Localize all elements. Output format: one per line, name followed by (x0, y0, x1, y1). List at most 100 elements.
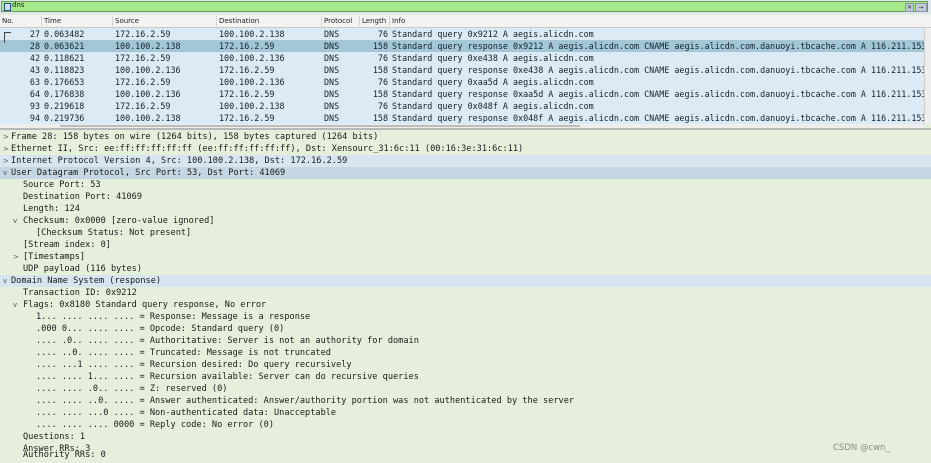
tree-item-flag-non-authenticated[interactable]: .... .... ...0 .... = Non-authenticated … (0, 407, 931, 419)
packet-list-header: No. Time Source Destination Protocol Len… (0, 15, 931, 28)
packet-protocol: DNS (324, 29, 340, 39)
tree-item-udp-payload[interactable]: UDP payload (116 bytes) (0, 263, 931, 275)
pane-splitter[interactable] (0, 128, 931, 130)
packet-protocol: DNS (324, 65, 340, 75)
packet-time: 0.063482 (44, 29, 85, 39)
tree-item-destination-port[interactable]: Destination Port: 41069 (0, 191, 931, 203)
apply-filter-button[interactable]: → (915, 3, 927, 12)
tree-item-checksum[interactable]: v Checksum: 0x0000 [zero-value ignored] (0, 215, 931, 227)
tree-item-label: 1... .... .... .... = Response: Message … (36, 312, 311, 322)
tree-item-label: .... .... ..0. .... = Answer authenticat… (36, 396, 575, 406)
tree-item-udp[interactable]: v User Datagram Protocol, Src Port: 53, … (0, 167, 931, 179)
packet-row-selected[interactable]: 28 0.063621 100.100.2.138 172.16.2.59 DN… (0, 40, 924, 52)
tree-item-label: .... ..0. .... .... = Truncated: Message… (36, 348, 331, 358)
collapse-arrow-icon[interactable]: v (3, 167, 7, 179)
column-header-info[interactable]: Info (390, 16, 931, 26)
collapse-arrow-icon[interactable]: v (13, 299, 17, 311)
tree-item-flag-opcode[interactable]: .000 0... .... .... = Opcode: Standard q… (0, 323, 931, 335)
tree-item-label: Transaction ID: 0x9212 (23, 288, 137, 298)
packet-length: 76 (377, 101, 388, 111)
packet-list-vertical-scrollbar[interactable] (924, 28, 931, 124)
packet-length: 76 (377, 29, 388, 39)
packet-length: 158 (372, 89, 388, 99)
watermark: CSDN @cwn_ (833, 443, 890, 453)
tree-item-length[interactable]: Length: 124 (0, 203, 931, 215)
packet-row[interactable]: 27 0.063482 172.16.2.59 100.100.2.138 DN… (0, 28, 924, 40)
tree-item-frame[interactable]: > Frame 28: 158 bytes on wire (1264 bits… (0, 131, 931, 143)
column-header-source[interactable]: Source (113, 16, 217, 26)
tree-item-ethernet[interactable]: > Ethernet II, Src: ee:ff:ff:ff:ff:ff (e… (0, 143, 931, 155)
packet-time: 0.118823 (44, 65, 85, 75)
packet-row[interactable]: 43 0.118823 100.100.2.136 172.16.2.59 DN… (0, 64, 924, 76)
column-header-length[interactable]: Length (360, 16, 390, 26)
packet-length: 158 (372, 113, 388, 123)
expand-arrow-icon[interactable]: > (3, 155, 9, 167)
tree-item-label: .... .... 1... .... = Recursion availabl… (36, 372, 419, 382)
packet-info: Standard query response 0xe438 A aegis.a… (392, 65, 924, 75)
tree-item-label: .000 0... .... .... = Opcode: Standard q… (36, 324, 285, 334)
tree-item-source-port[interactable]: Source Port: 53 (0, 179, 931, 191)
packet-no: 94 (29, 113, 40, 123)
collapse-arrow-icon[interactable]: v (3, 275, 7, 287)
column-header-protocol[interactable]: Protocol (322, 16, 360, 26)
tree-item-label: Flags: 0x8180 Standard query response, N… (23, 300, 267, 310)
tree-item-dns[interactable]: v Domain Name System (response) (0, 275, 931, 287)
tree-item-authority-rrs[interactable]: Authority RRs: 0 (0, 449, 931, 461)
tree-item-label: Destination Port: 41069 (23, 192, 142, 202)
column-header-no[interactable]: No. (0, 16, 42, 26)
column-header-time[interactable]: Time (42, 16, 113, 26)
collapse-arrow-icon[interactable]: v (13, 215, 17, 227)
packet-protocol: DNS (324, 53, 340, 63)
tree-item-flags[interactable]: v Flags: 0x8180 Standard query response,… (0, 299, 931, 311)
packet-row[interactable]: 93 0.219618 172.16.2.59 100.100.2.138 DN… (0, 100, 924, 112)
tree-item-flag-z[interactable]: .... .... .0.. .... = Z: reserved (0) (0, 383, 931, 395)
packet-source: 172.16.2.59 (115, 29, 171, 39)
display-filter-input[interactable]: dns ✕ → (1, 1, 928, 12)
tree-item-flag-truncated[interactable]: .... ..0. .... .... = Truncated: Message… (0, 347, 931, 359)
tree-item-transaction-id[interactable]: Transaction ID: 0x9212 (0, 287, 931, 299)
tree-item-stream-index[interactable]: [Stream index: 0] (0, 239, 931, 251)
clear-filter-button[interactable]: ✕ (905, 3, 914, 12)
packet-row[interactable]: 42 0.118621 172.16.2.59 100.100.2.136 DN… (0, 52, 924, 64)
tree-item-label: Source Port: 53 (23, 180, 101, 190)
column-header-destination[interactable]: Destination (217, 16, 322, 26)
packet-no: 42 (29, 53, 40, 63)
packet-length: 158 (372, 41, 388, 51)
packet-source: 100.100.2.136 (115, 89, 181, 99)
tree-item-flag-authoritative[interactable]: .... .0.. .... .... = Authoritative: Ser… (0, 335, 931, 347)
expand-arrow-icon[interactable]: > (3, 143, 9, 155)
filter-text: dns (12, 1, 25, 9)
tree-item-label: Authority RRs: 0 (23, 450, 106, 460)
tree-item-label: User Datagram Protocol, Src Port: 53, Ds… (11, 168, 286, 178)
horizontal-scrollbar-thumb[interactable] (60, 125, 580, 127)
packet-destination: 100.100.2.138 (219, 29, 285, 39)
packet-row[interactable]: 64 0.176838 100.100.2.136 172.16.2.59 DN… (0, 88, 924, 100)
tree-item-label: .... ...1 .... .... = Recursion desired:… (36, 360, 352, 370)
bookmark-icon[interactable] (4, 3, 11, 11)
packet-time: 0.219618 (44, 101, 85, 111)
packet-length: 158 (372, 65, 388, 75)
packet-row[interactable]: 63 0.176653 172.16.2.59 100.100.2.136 DN… (0, 76, 924, 88)
packet-info: Standard query 0x9212 A aegis.alicdn.com (392, 29, 594, 39)
tree-item-flag-response[interactable]: 1... .... .... .... = Response: Message … (0, 311, 931, 323)
expand-arrow-icon[interactable]: > (13, 251, 19, 263)
tree-item-questions[interactable]: Questions: 1 (0, 431, 931, 443)
packet-protocol: DNS (324, 77, 340, 87)
packet-destination: 172.16.2.59 (219, 89, 275, 99)
tree-item-flag-recursion-desired[interactable]: .... ...1 .... .... = Recursion desired:… (0, 359, 931, 371)
tree-item-flag-answer-authenticated[interactable]: .... .... ..0. .... = Answer authenticat… (0, 395, 931, 407)
packet-row[interactable]: 94 0.219736 100.100.2.138 172.16.2.59 DN… (0, 112, 924, 124)
packet-source: 100.100.2.136 (115, 65, 181, 75)
tree-item-checksum-status[interactable]: [Checksum Status: Not present] (0, 227, 931, 239)
tree-item-ipv4[interactable]: > Internet Protocol Version 4, Src: 100.… (0, 155, 931, 167)
packet-protocol: DNS (324, 113, 340, 123)
packet-source: 172.16.2.59 (115, 53, 171, 63)
packet-protocol: DNS (324, 89, 340, 99)
tree-item-timestamps[interactable]: > [Timestamps] (0, 251, 931, 263)
tree-item-flag-reply-code[interactable]: .... .... .... 0000 = Reply code: No err… (0, 419, 931, 431)
expand-arrow-icon[interactable]: > (3, 131, 9, 143)
tree-item-label: Questions: 1 (23, 432, 86, 442)
tree-item-flag-recursion-available[interactable]: .... .... 1... .... = Recursion availabl… (0, 371, 931, 383)
tree-item-label: UDP payload (116 bytes) (23, 264, 142, 274)
tree-item-label: [Stream index: 0] (23, 240, 111, 250)
